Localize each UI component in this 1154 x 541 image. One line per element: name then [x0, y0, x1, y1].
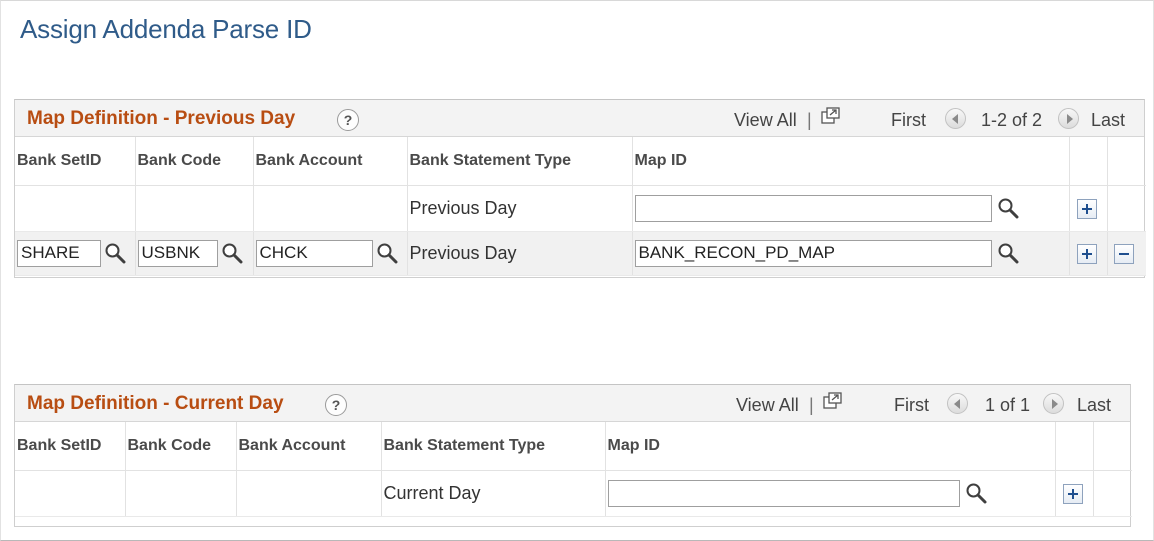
bank-code-cell — [135, 185, 254, 232]
column-header: Bank Code — [135, 137, 254, 186]
view-all-link[interactable]: View All — [736, 395, 799, 416]
map-table: Bank SetID Bank Code Bank Account Bank S… — [15, 137, 1146, 276]
search-icon[interactable] — [103, 241, 127, 265]
table-row: Previous Day — [15, 231, 1146, 276]
column-header: Bank SetID — [15, 422, 126, 471]
first-link[interactable]: First — [891, 110, 926, 131]
map-id-field — [634, 239, 1020, 267]
delete-row-icon[interactable] — [1113, 243, 1134, 264]
map-id-field — [607, 479, 988, 507]
table-row: Current Day — [15, 470, 1132, 517]
first-link[interactable]: First — [894, 395, 929, 416]
bank-setid-input[interactable] — [17, 239, 101, 267]
next-arrow-icon[interactable] — [1058, 108, 1079, 129]
new-window-icon[interactable] — [820, 106, 842, 126]
bank-setid-cell — [15, 470, 126, 517]
bank-account-cell — [253, 231, 408, 276]
last-link[interactable]: Last — [1077, 395, 1111, 416]
bank-account-field — [255, 239, 399, 267]
column-header: Bank Code — [125, 422, 237, 471]
map-id-field — [634, 194, 1020, 222]
column-header-empty — [1069, 137, 1108, 186]
map-id-cell — [632, 231, 1070, 276]
bank-account-cell — [253, 185, 408, 232]
delete-cell — [1107, 231, 1146, 276]
bank-code-input[interactable] — [137, 239, 218, 267]
column-header: Bank Account — [236, 422, 382, 471]
next-arrow-icon[interactable] — [1043, 393, 1064, 414]
column-header: Bank SetID — [15, 137, 136, 186]
delete-cell — [1093, 470, 1132, 517]
bank-setid-field — [17, 239, 127, 267]
bank-account-input[interactable] — [255, 239, 373, 267]
page-title: Assign Addenda Parse ID — [20, 14, 312, 44]
add-cell — [1055, 470, 1094, 517]
add-cell — [1069, 231, 1108, 276]
table-row: Previous Day — [15, 185, 1146, 232]
column-header: Map ID — [632, 137, 1070, 186]
map-id-cell — [605, 470, 1056, 517]
search-icon[interactable] — [964, 481, 988, 505]
add-row-icon[interactable] — [1076, 198, 1097, 219]
add-row-icon[interactable] — [1076, 243, 1097, 264]
grid-header: Map Definition - Current Day ? View All … — [15, 385, 1130, 422]
new-window-icon[interactable] — [822, 391, 844, 411]
table-header-row: Bank SetID Bank Code Bank Account Bank S… — [15, 422, 1132, 471]
map-id-input[interactable] — [634, 194, 992, 222]
prev-arrow-icon[interactable] — [945, 108, 966, 129]
grid-navigation: View All | First 1 of 1 Last — [15, 385, 1132, 422]
grid-navigation: View All | First 1-2 of 2 Last — [15, 100, 1146, 137]
statement-type-cell: Current Day — [381, 470, 606, 517]
column-header: Bank Account — [253, 137, 408, 186]
bank-setid-cell — [15, 231, 136, 276]
grid-header: Map Definition - Previous Day ? View All… — [15, 100, 1144, 137]
bank-code-field — [137, 239, 244, 267]
row-range: 1-2 of 2 — [981, 110, 1043, 130]
search-icon[interactable] — [996, 241, 1020, 265]
row-range: 1 of 1 — [985, 395, 1031, 415]
nav-separator: | — [807, 110, 812, 130]
last-link[interactable]: Last — [1091, 110, 1125, 131]
bank-setid-cell — [15, 185, 136, 232]
table-header-row: Bank SetID Bank Code Bank Account Bank S… — [15, 137, 1146, 186]
column-header-empty — [1093, 422, 1132, 471]
add-row-icon[interactable] — [1062, 483, 1083, 504]
statement-type-cell: Previous Day — [407, 231, 633, 276]
statement-type-cell: Previous Day — [407, 185, 633, 232]
column-header-empty — [1055, 422, 1094, 471]
map-definition-previous-day-grid: Map Definition - Previous Day ? View All… — [14, 99, 1146, 278]
bank-account-cell — [236, 470, 382, 517]
map-id-input[interactable] — [607, 479, 960, 507]
column-header-empty — [1107, 137, 1146, 186]
map-table: Bank SetID Bank Code Bank Account Bank S… — [15, 422, 1132, 517]
column-header: Bank Statement Type — [407, 137, 633, 186]
map-definition-current-day-grid: Map Definition - Current Day ? View All … — [14, 384, 1132, 527]
search-icon[interactable] — [220, 241, 244, 265]
map-id-cell — [632, 185, 1070, 232]
nav-separator: | — [809, 395, 814, 415]
bank-code-cell — [125, 470, 237, 517]
column-header: Bank Statement Type — [381, 422, 606, 471]
view-all-link[interactable]: View All — [734, 110, 797, 131]
add-cell — [1069, 185, 1108, 232]
search-icon[interactable] — [375, 241, 399, 265]
bank-code-cell — [135, 231, 254, 276]
search-icon[interactable] — [996, 196, 1020, 220]
delete-cell — [1107, 185, 1146, 232]
map-id-input[interactable] — [634, 239, 992, 267]
column-header: Map ID — [605, 422, 1056, 471]
prev-arrow-icon[interactable] — [947, 393, 968, 414]
